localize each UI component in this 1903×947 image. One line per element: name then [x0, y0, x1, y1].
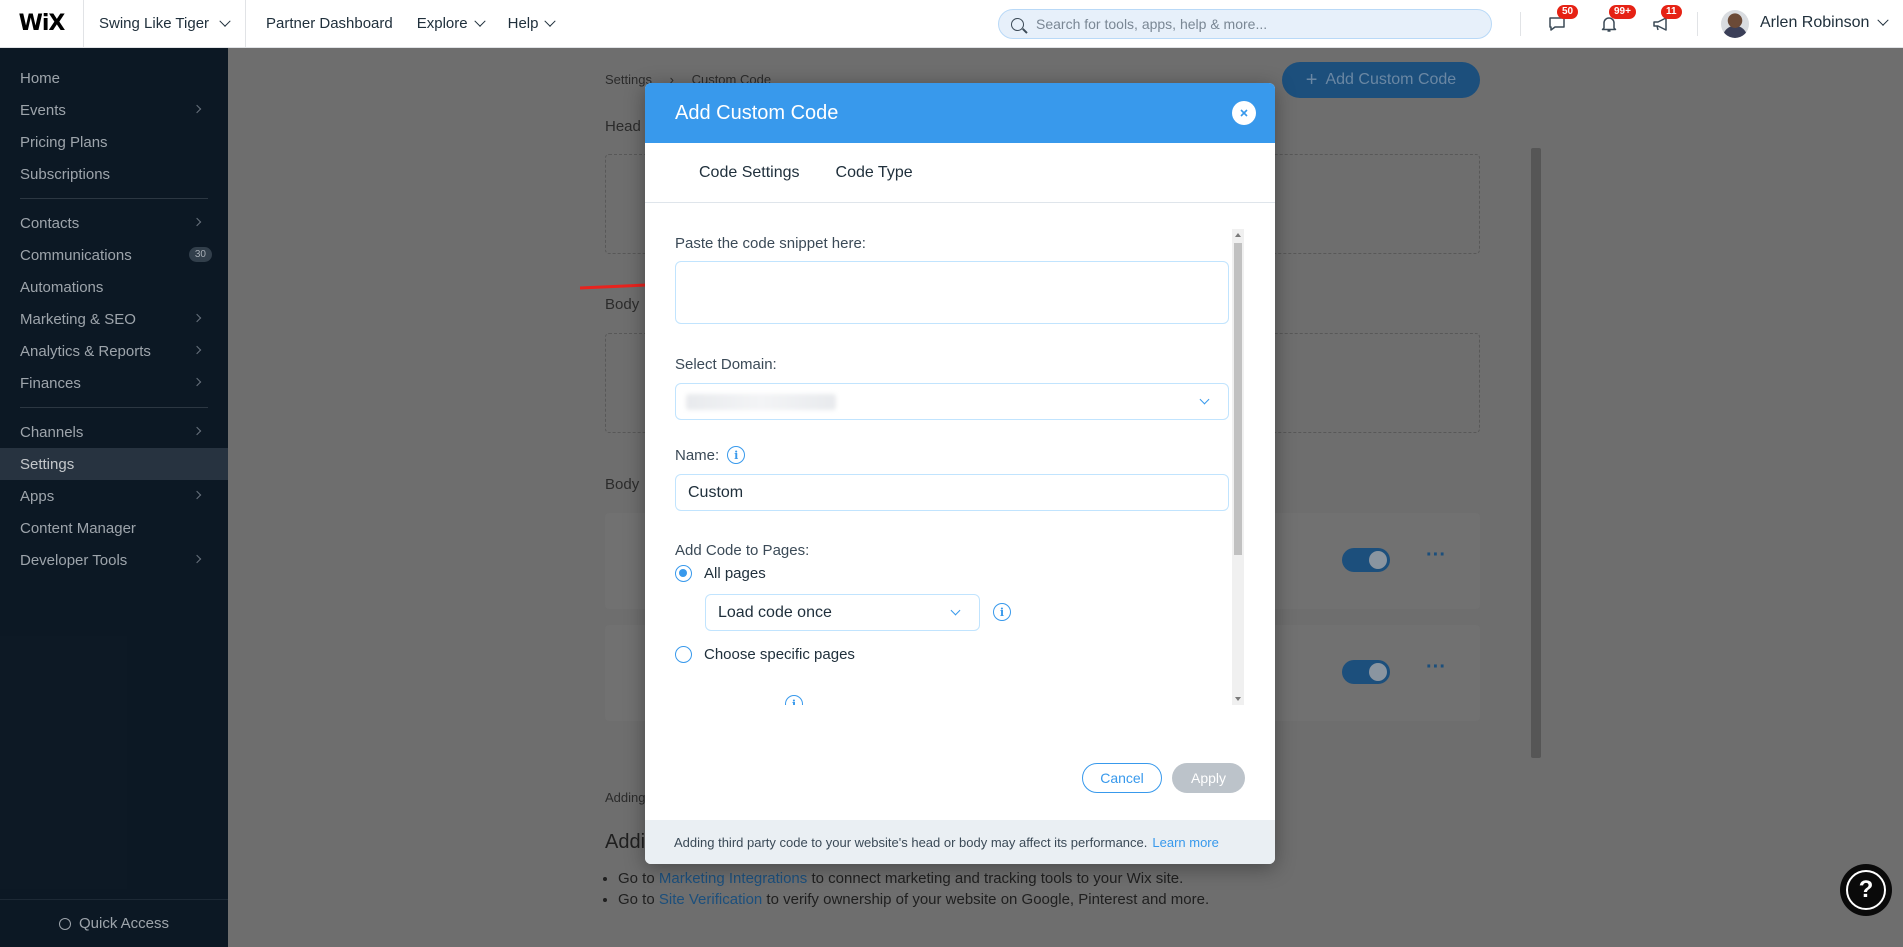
learn-more-link[interactable]: Learn more — [1152, 835, 1218, 850]
chevron-down-icon — [1877, 14, 1890, 26]
add-custom-code-dialog: Add Custom Code Code Settings Code Type … — [645, 83, 1275, 864]
dialog-title: Add Custom Code — [675, 101, 839, 124]
plus-icon: + — [1305, 68, 1318, 91]
chevron-down-icon — [544, 15, 557, 27]
all-pages-radio[interactable] — [675, 565, 692, 582]
nav-label: Help — [507, 15, 539, 32]
chevron-down-icon — [1199, 394, 1210, 405]
site-name: Swing Like Tiger — [99, 15, 210, 32]
apply-button[interactable]: Apply — [1172, 763, 1245, 793]
announcements-badge: 11 — [1661, 5, 1682, 19]
user-menu[interactable]: Arlen Robinson — [1760, 14, 1890, 32]
search-bar[interactable]: Search for tools, apps, help & more... — [998, 9, 1492, 39]
specific-pages-radio[interactable] — [675, 646, 692, 663]
nav-explore[interactable]: Explore — [416, 15, 486, 32]
site-verification-link[interactable]: Site Verification — [659, 891, 762, 908]
chevron-down-icon — [473, 15, 486, 27]
divider — [1520, 12, 1521, 36]
nav-label: Explore — [416, 15, 468, 32]
add-code-to-pages-label: Add Code to Pages: — [675, 542, 810, 559]
notifications-badge: 99+ — [1609, 5, 1636, 19]
avatar[interactable] — [1721, 10, 1749, 38]
search-placeholder: Search for tools, apps, help & more... — [1036, 16, 1268, 32]
more-options-icon[interactable]: ··· — [1426, 656, 1446, 679]
performance-note: Adding third party code to your website'… — [674, 834, 1148, 850]
site-selector[interactable]: Swing Like Tiger — [84, 0, 246, 48]
scrollbar-thumb[interactable] — [1234, 243, 1242, 555]
more-options-icon[interactable]: ··· — [1426, 544, 1446, 567]
blurred-domain-value — [686, 393, 836, 410]
divider — [1697, 12, 1698, 36]
list-text: to verify ownership of your website on G… — [766, 891, 1210, 908]
help-button[interactable]: ? — [1840, 864, 1892, 916]
user-name: Arlen Robinson — [1760, 14, 1870, 31]
scroll-down-arrow-icon[interactable] — [1235, 697, 1241, 701]
wix-logo[interactable]: WiX — [0, 0, 84, 48]
name-label-row: Name: i — [675, 446, 746, 464]
announcements-button[interactable]: 11 — [1649, 5, 1682, 36]
load-frequency-value: Load code once — [718, 603, 832, 621]
code-snippet-textarea[interactable] — [675, 261, 1229, 324]
all-pages-option[interactable]: All pages — [675, 565, 766, 582]
list-item: Go to Marketing Integrations to connect … — [618, 870, 1209, 887]
close-button[interactable] — [1232, 101, 1256, 125]
close-icon — [1240, 109, 1248, 117]
sidebar: Home Events Pricing Plans Subscriptions … — [0, 48, 228, 947]
specific-pages-label: Choose specific pages — [704, 646, 855, 663]
nav-partner-dashboard[interactable]: Partner Dashboard — [266, 15, 393, 32]
tab-code-settings[interactable]: Code Settings — [699, 164, 800, 182]
messages-badge: 50 — [1557, 5, 1579, 19]
list-text: to connect marketing and tracking tools … — [811, 870, 1184, 887]
additional-heading: Addi — [605, 831, 646, 853]
snippet-toggle[interactable] — [1342, 548, 1390, 572]
code-settings-form: Paste the code snippet here: Select Doma… — [675, 229, 1230, 705]
domain-select[interactable] — [675, 383, 1229, 420]
additional-list: Go to Marketing Integrations to connect … — [618, 870, 1209, 912]
name-label: Name: — [675, 446, 720, 464]
info-icon[interactable]: i — [993, 603, 1011, 621]
marketing-integrations-link[interactable]: Marketing Integrations — [659, 870, 807, 887]
messages-button[interactable]: 50 — [1545, 5, 1579, 36]
background-note: Adding — [605, 790, 646, 805]
dialog-tabs: Code Settings Code Type — [645, 143, 1275, 203]
dialog-footer: Adding third party code to your website'… — [645, 820, 1275, 864]
list-item: Go to Site Verification to verify owners… — [618, 891, 1209, 908]
top-nav: Partner Dashboard Explore Help — [246, 15, 578, 32]
chevron-down-icon — [219, 15, 231, 27]
help-icon: ? — [1846, 870, 1886, 910]
load-frequency-select[interactable]: Load code once — [705, 594, 980, 631]
tab-code-type[interactable]: Code Type — [836, 164, 913, 182]
modal-backdrop — [0, 48, 228, 947]
snippet-toggle[interactable] — [1342, 660, 1390, 684]
notifications-button[interactable]: 99+ — [1597, 5, 1636, 36]
section-body-end-label: Body — [605, 476, 640, 493]
nav-help[interactable]: Help — [507, 15, 557, 32]
add-custom-code-label: Add Custom Code — [1325, 71, 1457, 88]
chevron-down-icon — [950, 605, 961, 616]
nav-label: Partner Dashboard — [266, 15, 393, 32]
top-bar: WiX Swing Like Tiger Partner Dashboard E… — [0, 0, 1903, 48]
specific-pages-option[interactable]: Choose specific pages — [675, 646, 855, 663]
all-pages-label: All pages — [704, 565, 766, 582]
form-scrollbar[interactable] — [1232, 229, 1244, 705]
name-input[interactable] — [675, 474, 1229, 511]
add-custom-code-button[interactable]: + Add Custom Code — [1282, 62, 1480, 98]
scroll-up-arrow-icon[interactable] — [1235, 233, 1241, 237]
page-scrollbar[interactable] — [1531, 148, 1541, 758]
cancel-button[interactable]: Cancel — [1082, 763, 1162, 793]
select-domain-label: Select Domain: — [675, 356, 777, 373]
search-icon — [1011, 17, 1024, 31]
list-text: Go to — [618, 870, 655, 887]
section-head-label: Head — [605, 118, 641, 135]
info-icon[interactable]: i — [727, 446, 746, 464]
dialog-header: Add Custom Code — [645, 83, 1275, 143]
list-text: Go to — [618, 891, 655, 908]
info-icon[interactable]: i — [785, 695, 803, 705]
code-snippet-label: Paste the code snippet here: — [675, 235, 866, 252]
